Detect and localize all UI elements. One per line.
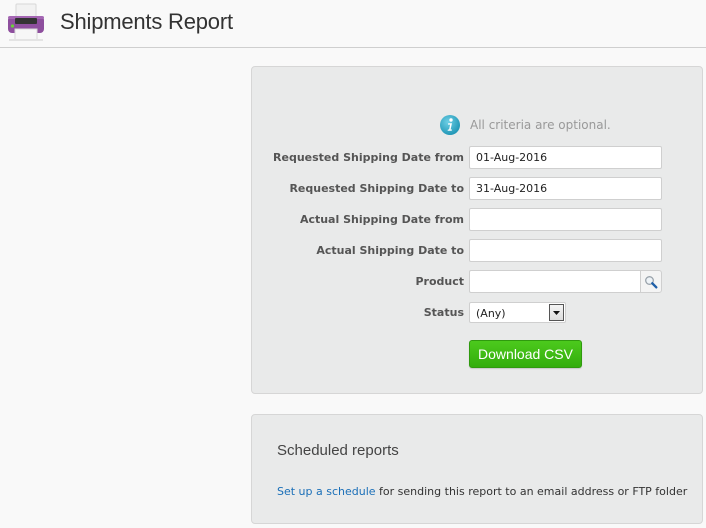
printer-icon [8,3,44,41]
product-input[interactable] [469,270,640,293]
form-row-requested-date-from: Requested Shipping Date from [252,146,704,169]
form-row-actual-date-from: Actual Shipping Date from [252,208,704,231]
info-note: All criteria are optional. [439,114,611,136]
scheduled-reports-heading: Scheduled reports [277,442,399,459]
form-row-requested-date-to: Requested Shipping Date to [252,177,704,200]
download-csv-button[interactable]: Download CSV [469,340,582,368]
schedule-description: Set up a schedule for sending this repor… [277,485,687,498]
form-row-product: Product [252,270,704,293]
form-row-actual-date-to: Actual Shipping Date to [252,239,704,262]
actual-date-to-label: Actual Shipping Date to [316,244,464,257]
actual-date-to-input[interactable] [469,239,662,262]
status-selected-value: (Any) [476,307,506,320]
page-title: Shipments Report [60,9,233,34]
requested-date-to-label: Requested Shipping Date to [289,182,464,195]
actual-date-from-label: Actual Shipping Date from [299,213,464,226]
requested-date-from-input[interactable] [469,146,662,169]
requested-date-to-input[interactable] [469,177,662,200]
info-text: All criteria are optional. [470,118,611,132]
status-select[interactable]: (Any) [469,302,566,323]
product-search-button[interactable] [640,270,662,293]
requested-date-from-label: Requested Shipping Date from [273,151,464,164]
set-up-schedule-link[interactable]: Set up a schedule [277,485,376,498]
schedule-description-text: for sending this report to an email addr… [375,485,688,498]
scheduled-reports-panel: Scheduled reports Set up a schedule for … [251,414,703,524]
magnifier-icon [645,275,658,289]
info-icon [440,115,460,135]
product-label: Product [415,275,464,288]
report-criteria-panel: All criteria are optional. Requested Shi… [251,66,703,394]
dropdown-arrow-icon[interactable] [549,304,564,321]
actual-date-from-input[interactable] [469,208,662,231]
page-header: Shipments Report [0,0,706,48]
status-label: Status [423,306,464,319]
form-row-status: Status (Any) [252,302,704,325]
